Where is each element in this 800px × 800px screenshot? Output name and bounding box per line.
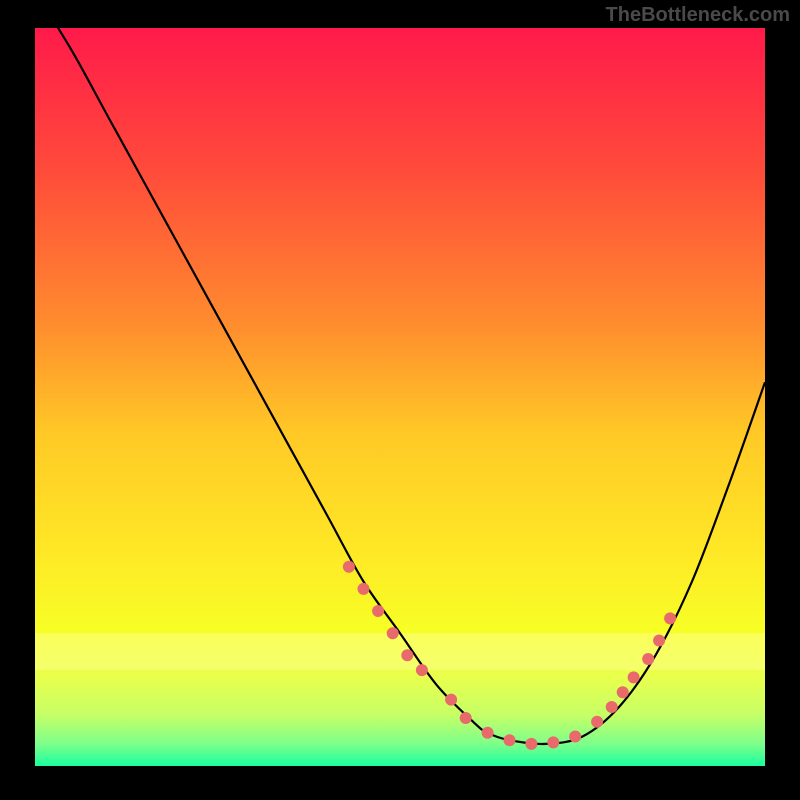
- watermark-text: TheBottleneck.com: [606, 4, 790, 27]
- chart-svg: [35, 28, 765, 766]
- plot-area: [35, 28, 765, 766]
- chart-container: TheBottleneck.com: [0, 0, 800, 800]
